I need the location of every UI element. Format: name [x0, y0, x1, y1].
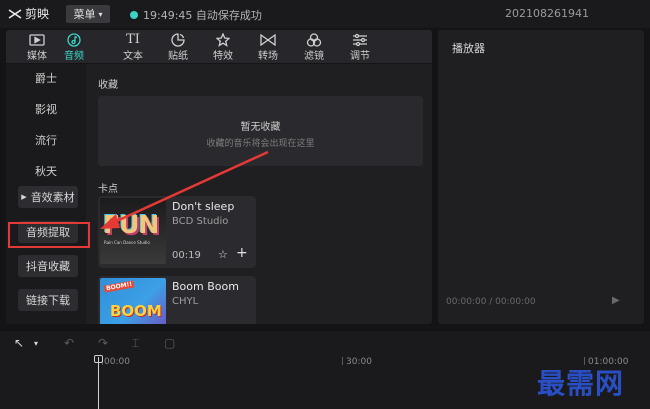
caret-right-icon: ▶ — [21, 193, 27, 201]
tab-filter-label: 滤镜 — [304, 51, 324, 62]
tab-transition[interactable]: 转场 — [248, 32, 288, 62]
player-panel: 播放器 00:00:00 / 00:00:00 ▶ — [438, 30, 644, 324]
redo-icon[interactable]: ↷ — [98, 336, 108, 350]
timeline-toolbar: ↖ ▾ ↶ ↷ ⌶ ▢ — [0, 331, 650, 355]
douyin-favorites-label: 抖音收藏 — [26, 260, 70, 273]
music-card[interactable]: FUN Rain Can Dance Studio Don't sleep BC… — [98, 196, 256, 268]
sidebar-item-film[interactable]: 影视 — [6, 101, 86, 117]
undo-icon[interactable]: ↶ — [64, 336, 74, 350]
track-title: Boom Boom — [172, 280, 239, 293]
cover-subtext: Rain Can Dance Studio — [104, 240, 150, 245]
annotation-highlight-box — [8, 222, 90, 248]
effects-icon — [216, 32, 230, 47]
empty-subtitle: 收藏的音乐将会出现在这里 — [206, 139, 315, 149]
player-title: 播放器 — [452, 42, 485, 55]
app-window: 剪映 菜单 ▾ 19:49:45 自动保存成功 202108261941 媒体 … — [0, 0, 650, 409]
delete-icon[interactable]: ▢ — [164, 336, 175, 350]
adjust-icon — [353, 33, 367, 46]
beats-heading: 卡点 — [98, 184, 118, 195]
media-panel: 媒体 音频 TI 文本 贴纸 特效 转场 滤镜 调节 爵士 影视 流行 秋天 ▶… — [6, 30, 432, 324]
tab-audio-label: 音频 — [64, 51, 84, 62]
menu-button[interactable]: 菜单 ▾ — [66, 5, 110, 23]
album-cover: FUN Rain Can Dance Studio — [100, 198, 166, 264]
sidebar-item-pop[interactable]: 流行 — [6, 132, 86, 148]
music-card[interactable]: BOOM!! BOOM Boom Boom CHYL — [98, 276, 256, 324]
favorites-heading: 收藏 — [98, 80, 118, 91]
cover-subtext: BOOM!! — [103, 280, 135, 293]
tab-filter[interactable]: 滤镜 — [294, 32, 334, 62]
ruler-tick — [342, 357, 343, 365]
tab-text-label: 文本 — [123, 51, 143, 62]
add-plus-icon[interactable]: + — [236, 245, 248, 261]
tab-media-label: 媒体 — [27, 51, 47, 62]
tab-effects-label: 特效 — [213, 51, 233, 62]
ruler-label-mid: 30:00 — [346, 357, 372, 367]
tab-sticker[interactable]: 贴纸 — [158, 32, 198, 62]
tab-adjust[interactable]: 调节 — [340, 32, 380, 62]
text-icon: TI — [126, 32, 140, 47]
chevron-down-icon[interactable]: ▾ — [34, 339, 38, 348]
tab-text[interactable]: TI 文本 — [113, 32, 153, 62]
cover-text: FUN — [103, 210, 159, 239]
menu-label: 菜单 — [73, 8, 96, 21]
title-bar: 剪映 菜单 ▾ 19:49:45 自动保存成功 202108261941 — [0, 0, 650, 28]
sticker-icon — [171, 32, 185, 47]
split-icon[interactable]: ⌶ — [132, 336, 139, 351]
filter-icon — [306, 32, 322, 47]
sound-effects-button[interactable]: ▶ 音效素材 — [18, 186, 78, 208]
tab-adjust-label: 调节 — [350, 51, 370, 62]
capcut-logo-icon — [8, 8, 22, 19]
cover-text: BOOM — [110, 302, 162, 320]
douyin-favorites-button[interactable]: 抖音收藏 — [18, 255, 78, 277]
status-dot-icon — [130, 11, 138, 19]
app-name: 剪映 — [25, 7, 50, 21]
audio-sidebar: 爵士 影视 流行 秋天 ▶ 音效素材 音频提取 抖音收藏 链接下载 — [6, 64, 86, 324]
transition-icon — [260, 33, 276, 46]
sidebar-item-autumn[interactable]: 秋天 — [6, 163, 86, 179]
track-artist: BCD Studio — [172, 216, 229, 227]
sound-effects-label: 音效素材 — [30, 191, 75, 204]
select-cursor-icon[interactable]: ↖ — [14, 336, 24, 350]
favorite-star-icon[interactable]: ☆ — [218, 248, 228, 261]
watermark-text: 最需网 — [537, 367, 625, 400]
audio-icon — [67, 32, 81, 47]
player-timecode: 00:00:00 / 00:00:00 — [446, 297, 536, 307]
track-duration: 00:19 — [172, 250, 201, 261]
ruler-label-start: 00:00 — [104, 357, 130, 367]
track-artist: CHYL — [172, 296, 199, 307]
track-title: Don't sleep — [172, 200, 235, 213]
tab-sticker-label: 贴纸 — [168, 51, 188, 62]
favorites-empty-state: 暂无收藏 收藏的音乐将会出现在这里 — [98, 96, 423, 166]
audio-content: 收藏 暂无收藏 收藏的音乐将会出现在这里 卡点 FUN Rain Can Dan… — [92, 64, 432, 324]
link-download-label: 链接下载 — [26, 294, 70, 307]
sidebar-item-jazz[interactable]: 爵士 — [6, 70, 86, 86]
tab-effects[interactable]: 特效 — [203, 32, 243, 62]
autosave-status: 19:49:45 自动保存成功 — [130, 7, 262, 23]
empty-title: 暂无收藏 — [240, 122, 281, 133]
app-logo: 剪映 — [8, 5, 49, 22]
play-icon[interactable]: ▶ — [612, 295, 620, 306]
tab-transition-label: 转场 — [258, 51, 278, 62]
category-toolbar: 媒体 音频 TI 文本 贴纸 特效 转场 滤镜 调节 — [6, 30, 432, 64]
autosave-text: 19:49:45 自动保存成功 — [143, 9, 262, 22]
tab-audio[interactable]: 音频 — [54, 32, 94, 62]
chevron-down-icon: ▾ — [98, 9, 103, 19]
media-icon — [29, 33, 45, 46]
album-cover: BOOM!! BOOM — [100, 278, 166, 324]
project-id: 202108261941 — [505, 7, 589, 20]
playhead-line[interactable] — [98, 357, 99, 409]
link-download-button[interactable]: 链接下载 — [18, 289, 78, 311]
tab-media[interactable]: 媒体 — [17, 32, 57, 62]
